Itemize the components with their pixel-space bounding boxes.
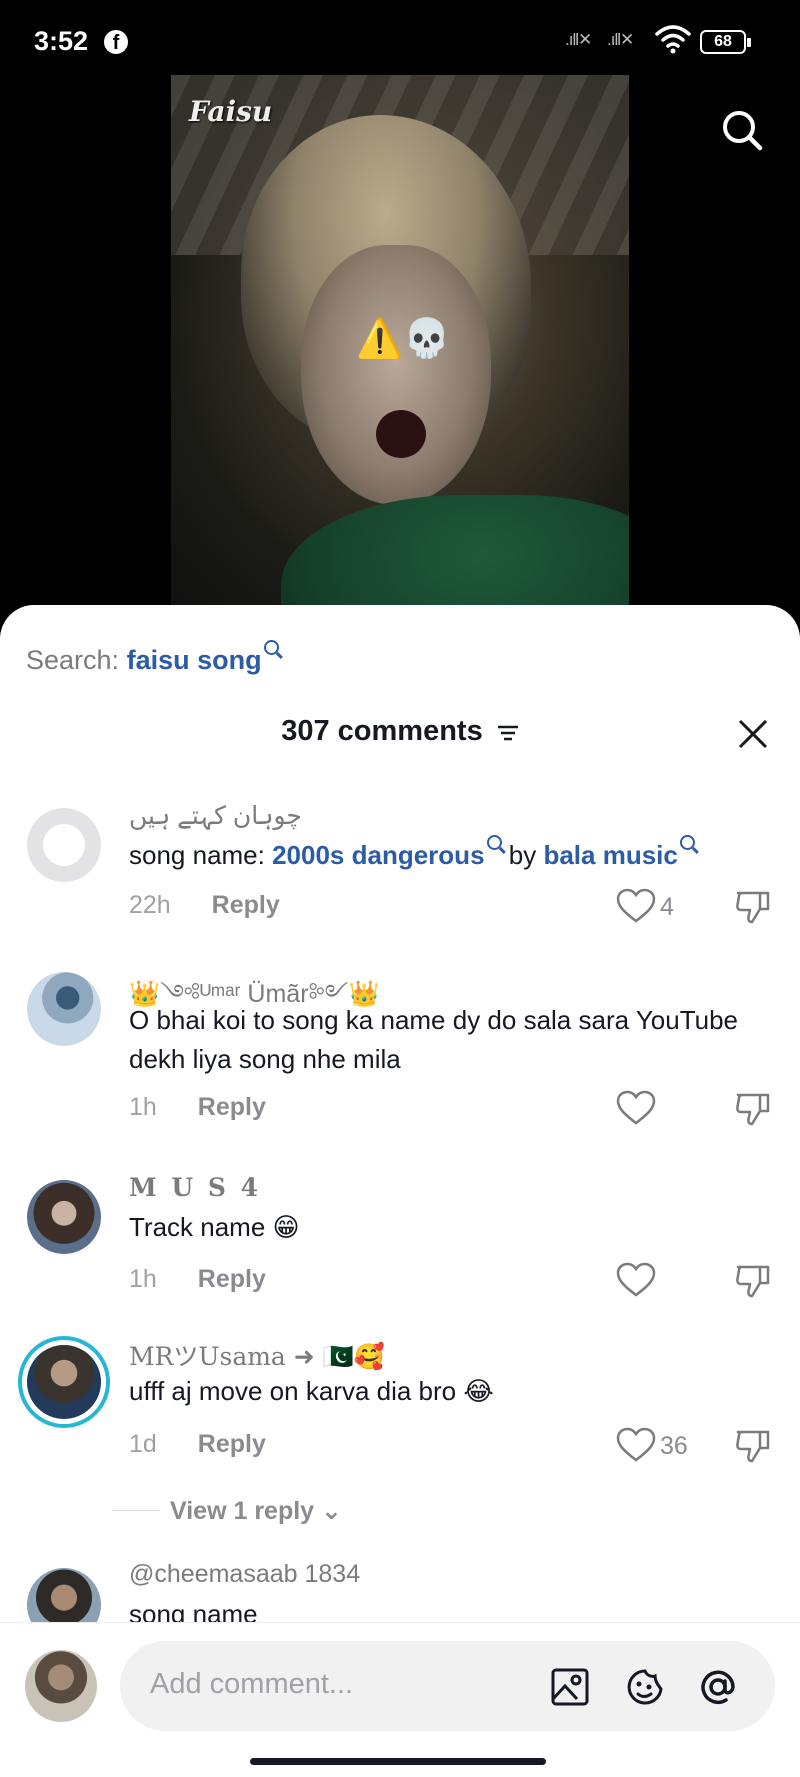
video-watermark: Faisu — [189, 95, 273, 128]
video-subject-mouth — [376, 410, 426, 458]
heart-icon[interactable] — [616, 1090, 656, 1126]
search-icon — [486, 835, 502, 850]
comment-text-part: song name: — [129, 840, 273, 870]
comments-header: 307 comments — [0, 715, 800, 748]
filter-icon[interactable] — [497, 724, 519, 742]
avatar[interactable] — [27, 972, 101, 1046]
reply-button[interactable]: Reply — [198, 1093, 266, 1121]
comment-input-placeholder: Add comment... — [150, 1668, 354, 1700]
status-bar: 3:52 f .ıll✕ .ıll✕ 68 — [0, 0, 800, 80]
chevron-down-icon: ⌄ — [321, 1497, 342, 1525]
like-count: 36 — [660, 1432, 688, 1460]
video-subject-shirt — [281, 495, 629, 605]
view-replies-label: View 1 reply — [170, 1497, 315, 1525]
comment-time: 22h — [129, 891, 171, 919]
comment-username[interactable]: چوہان کہتے ہیں — [129, 801, 302, 831]
artist-link[interactable]: bala music — [543, 840, 677, 870]
comment-text: ufff aj move on karva dia bro 😂 — [129, 1376, 494, 1406]
search-icon[interactable] — [720, 108, 764, 152]
comments-count: 307 comments — [281, 715, 483, 747]
heart-icon[interactable] — [616, 1262, 656, 1298]
comment-time: 1h — [129, 1265, 157, 1293]
mention-icon[interactable] — [698, 1667, 738, 1707]
comment-username[interactable]: M U S 4 — [129, 1173, 261, 1202]
view-replies-button[interactable]: View 1 reply ⌄ — [112, 1496, 342, 1526]
comment-meta: 1h Reply — [129, 1265, 266, 1294]
comment-meta: 1d Reply — [129, 1430, 266, 1459]
video-emoji-overlay: ⚠️💀 — [356, 318, 451, 360]
comment-text: O bhai koi to song ka name dy do sala sa… — [129, 1005, 738, 1074]
search-query[interactable]: faisu song — [127, 645, 262, 675]
dislike-icon[interactable] — [734, 1089, 772, 1127]
status-time: 3:52 — [34, 26, 89, 56]
search-prefix: Search: — [26, 645, 120, 675]
search-icon — [679, 835, 695, 850]
dislike-icon[interactable] — [734, 1426, 772, 1464]
avatar[interactable] — [27, 1345, 101, 1419]
video-subject-face — [301, 245, 491, 505]
signal-icon-2: .ıll✕ — [607, 30, 634, 49]
reply-button[interactable]: Reply — [212, 891, 280, 919]
avatar[interactable] — [27, 808, 101, 882]
facebook-icon: f — [104, 30, 128, 54]
comment-composer: Add comment... — [0, 1622, 800, 1777]
home-indicator[interactable] — [250, 1758, 546, 1765]
comment-username[interactable]: MRツUsama ➜ 🇵🇰🥰 — [129, 1337, 385, 1373]
emoji-icon[interactable] — [625, 1667, 665, 1707]
heart-icon[interactable] — [616, 888, 656, 924]
wifi-icon — [655, 25, 691, 54]
like-count: 4 — [660, 893, 674, 921]
comment-input[interactable]: Add comment... — [120, 1641, 775, 1731]
image-icon[interactable] — [550, 1667, 590, 1707]
video-player[interactable]: Faisu ⚠️💀 — [171, 75, 629, 605]
divider — [112, 1510, 160, 1511]
avatar[interactable] — [27, 1180, 101, 1254]
battery-indicator: 68 — [700, 30, 751, 54]
search-suggestion[interactable]: Search: faisu song — [26, 640, 279, 676]
comment-text: Track name 😁 — [129, 1212, 300, 1242]
search-icon — [263, 640, 279, 655]
dislike-icon[interactable] — [734, 1261, 772, 1299]
heart-icon[interactable] — [616, 1427, 656, 1463]
comment-time: 1h — [129, 1093, 157, 1121]
reply-button[interactable]: Reply — [198, 1430, 266, 1458]
comment-text-part: by — [501, 840, 544, 870]
dislike-icon[interactable] — [734, 887, 772, 925]
reply-button[interactable]: Reply — [198, 1265, 266, 1293]
comment-meta: 22h Reply — [129, 891, 280, 920]
signal-icon: .ıll✕ — [565, 30, 592, 49]
close-icon[interactable] — [736, 717, 770, 751]
comment-text: song name: 2000s dangerous by bala music — [129, 835, 769, 875]
comment-username[interactable]: @cheemasaab 1834 — [129, 1560, 360, 1589]
comment-meta: 1h Reply — [129, 1093, 266, 1122]
comment-time: 1d — [129, 1430, 157, 1458]
song-link[interactable]: 2000s dangerous — [272, 840, 484, 870]
current-user-avatar[interactable] — [25, 1650, 97, 1722]
comments-sheet: Search: faisu song 307 comments چوہان کہ… — [0, 605, 800, 1777]
